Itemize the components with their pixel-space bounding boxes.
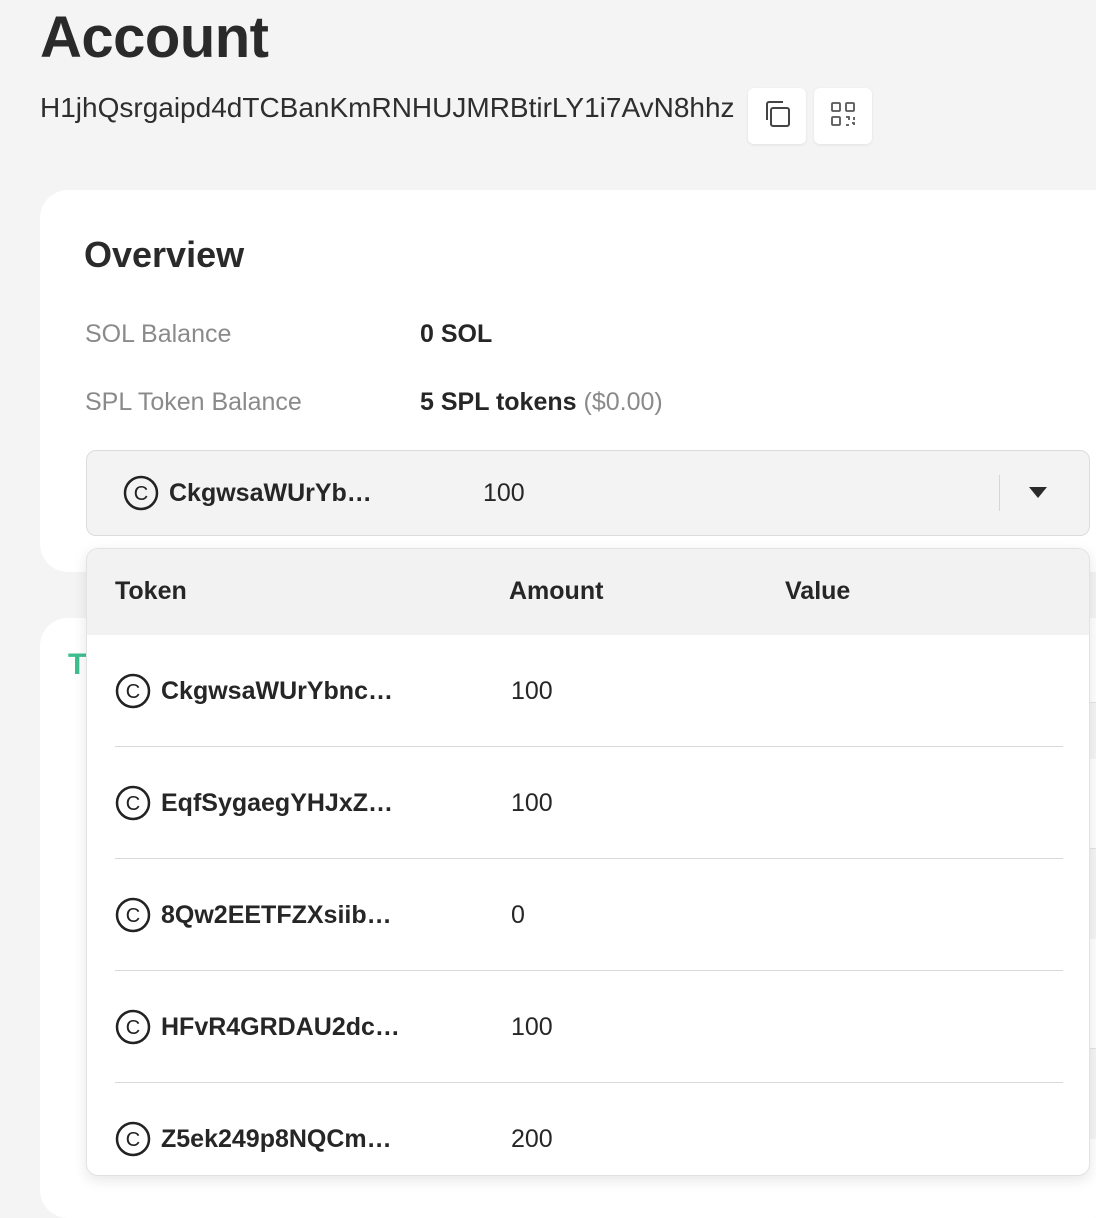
token-row[interactable]: C 8Qw2EETFZXsiib… 0 [115, 859, 1063, 971]
token-amount: 0 [511, 901, 525, 929]
copy-address-button[interactable] [748, 88, 806, 144]
sol-balance-value: 0 SOL [420, 320, 493, 348]
token-amount: 100 [511, 1013, 553, 1041]
token-amount: 200 [511, 1125, 553, 1153]
svg-text:C: C [134, 483, 148, 505]
column-header-amount: Amount [509, 577, 604, 605]
selected-token-name: CkgwsaWUrYb… [169, 479, 372, 507]
token-name: CkgwsaWUrYbnc… [161, 677, 393, 705]
svg-text:C: C [126, 1129, 140, 1151]
coin-icon: C [115, 897, 151, 938]
token-name: 8Qw2EETFZXsiib… [161, 901, 392, 929]
qr-code-button[interactable] [814, 88, 872, 144]
svg-text:C: C [126, 681, 140, 703]
coin-icon: C [115, 785, 151, 826]
token-select[interactable]: C CkgwsaWUrYb… 100 [86, 450, 1090, 536]
card-edge-strip [1090, 702, 1096, 759]
card-edge-strip [1090, 1048, 1096, 1139]
coin-icon: C [123, 475, 159, 516]
qr-code-icon [830, 101, 856, 132]
token-dropdown: Token Amount Value C CkgwsaWUrYbnc… 100 … [86, 548, 1090, 1176]
account-address: H1jhQsrgaipd4dTCBanKmRNHUJMRBtirLY1i7AvN… [40, 92, 735, 123]
token-row[interactable]: C EqfSygaegYHJxZ… 100 [115, 747, 1063, 859]
token-row[interactable]: C HFvR4GRDAU2dc… 100 [115, 971, 1063, 1083]
token-row[interactable]: C Z5ek249p8NQCm… 200 [115, 1083, 1063, 1175]
coin-icon: C [115, 1009, 151, 1050]
token-amount: 100 [511, 789, 553, 817]
copy-icon [761, 98, 793, 135]
caret-down-icon[interactable] [1029, 487, 1047, 498]
sol-balance-label: SOL Balance [85, 320, 232, 348]
spl-balance-value: 5 SPL tokens ($0.00) [420, 388, 663, 417]
overview-card: Overview SOL Balance 0 SOL SPL Token Bal… [40, 190, 1096, 572]
overview-title: Overview [84, 234, 245, 275]
card-edge-strip [1090, 848, 1096, 939]
svg-text:C: C [126, 1017, 140, 1039]
token-name: Z5ek249p8NQCm… [161, 1125, 392, 1153]
selected-token-amount: 100 [483, 479, 525, 507]
svg-text:C: C [126, 905, 140, 927]
token-name: EqfSygaegYHJxZ… [161, 789, 394, 817]
token-name: HFvR4GRDAU2dc… [161, 1013, 400, 1041]
page-title: Account [40, 5, 269, 70]
select-divider [999, 475, 1000, 511]
column-header-token: Token [115, 577, 187, 605]
coin-icon: C [115, 673, 151, 714]
token-row[interactable]: C CkgwsaWUrYbnc… 100 [115, 635, 1063, 747]
card-title-partial: T [68, 648, 87, 681]
column-header-value: Value [785, 577, 851, 605]
token-amount: 100 [511, 677, 553, 705]
svg-text:C: C [126, 793, 140, 815]
spl-usd-value: ($0.00) [583, 388, 663, 416]
coin-icon: C [115, 1121, 151, 1162]
token-table-header: Token Amount Value [87, 549, 1089, 635]
spl-balance-label: SPL Token Balance [85, 388, 302, 416]
spl-token-count: 5 SPL tokens [420, 388, 577, 416]
